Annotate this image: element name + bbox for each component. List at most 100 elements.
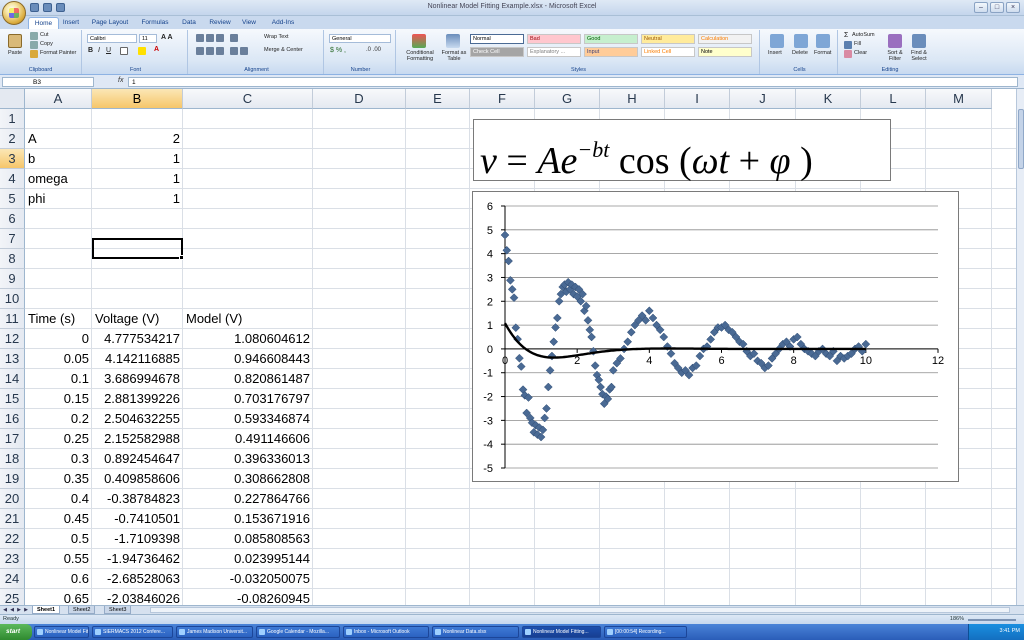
model-cell[interactable]: 0.023995144: [183, 549, 313, 569]
time-cell[interactable]: 0.25: [25, 429, 92, 449]
voltage-cell[interactable]: 2.881399226: [92, 389, 183, 409]
param-name-cell[interactable]: b: [25, 149, 92, 169]
fill-handle[interactable]: [179, 255, 184, 260]
time-cell[interactable]: 0.35: [25, 469, 92, 489]
format-cells-icon[interactable]: [816, 34, 830, 48]
insert-cells-button[interactable]: Insert: [768, 50, 782, 56]
time-cell[interactable]: 0.1: [25, 369, 92, 389]
time-cell[interactable]: 0.3: [25, 449, 92, 469]
row-header-22[interactable]: 22: [0, 529, 25, 549]
tab-data[interactable]: Data: [180, 17, 198, 29]
taskbar-item[interactable]: SIERMACS 2012 Confere...: [92, 626, 173, 638]
taskbar-item[interactable]: Inbox - Microsoft Outlook: [343, 626, 429, 638]
model-cell[interactable]: 0.227864766: [183, 489, 313, 509]
model-cell[interactable]: -0.032050075: [183, 569, 313, 589]
scatter-chart[interactable]: 6 5 4 3 2 1 0 -1 -2 -3 -4 -5 0 2 4 6 8 10 12: [472, 191, 959, 482]
binoculars-icon[interactable]: [912, 34, 926, 48]
office-button[interactable]: [2, 1, 26, 25]
data-point[interactable]: [509, 293, 519, 303]
row-header-11[interactable]: 11: [0, 309, 25, 329]
column-header-g[interactable]: G: [535, 89, 600, 109]
wrap-text-button[interactable]: Wrap Text: [264, 34, 289, 40]
style-linked-cell[interactable]: Linked Cell: [641, 47, 695, 57]
border-icon[interactable]: [120, 47, 128, 55]
conditional-formatting-icon[interactable]: [412, 34, 426, 48]
row-header-17[interactable]: 17: [0, 429, 25, 449]
data-point[interactable]: [644, 306, 654, 316]
last-sheet-button[interactable]: ▶: [23, 607, 29, 613]
sheet-tab-sheet1[interactable]: Sheet1: [32, 606, 61, 614]
voltage-cell[interactable]: 4.142116885: [92, 349, 183, 369]
selected-cell-b3[interactable]: [92, 238, 183, 259]
data-point[interactable]: [500, 230, 510, 240]
column-header-a[interactable]: A: [25, 89, 92, 109]
taskbar-item[interactable]: Nonlinear Model Fitting...: [522, 626, 601, 638]
increase-indent-icon[interactable]: [240, 47, 248, 55]
delete-cells-button[interactable]: Delete: [792, 50, 808, 56]
time-cell[interactable]: 0.5: [25, 529, 92, 549]
row-header-8[interactable]: 8: [0, 249, 25, 269]
header-model-cell[interactable]: Model (V): [183, 309, 313, 329]
data-point[interactable]: [666, 349, 676, 359]
name-box[interactable]: B3: [2, 77, 94, 87]
clear-button[interactable]: Clear: [854, 50, 867, 56]
zoom-slider[interactable]: [968, 619, 1016, 621]
data-point[interactable]: [515, 353, 524, 363]
row-header-23[interactable]: 23: [0, 549, 25, 569]
column-header-f[interactable]: F: [470, 89, 535, 109]
data-point[interactable]: [551, 323, 560, 332]
paste-button[interactable]: Paste: [8, 50, 22, 56]
equation-textbox[interactable]: v = Ae−bt cos (ωt + φ ): [473, 119, 891, 182]
param-value-cell[interactable]: 1: [92, 189, 183, 209]
row-header-24[interactable]: 24: [0, 569, 25, 589]
row-header-16[interactable]: 16: [0, 409, 25, 429]
format-painter-button[interactable]: Format Painter: [40, 50, 76, 56]
format-cells-button[interactable]: Format: [814, 50, 831, 56]
sheet-tab-sheet2[interactable]: Sheet2: [68, 606, 96, 614]
row-header-6[interactable]: 6: [0, 209, 25, 229]
row-header-18[interactable]: 18: [0, 449, 25, 469]
vertical-scrollbar[interactable]: [1016, 89, 1024, 605]
data-point[interactable]: [590, 361, 600, 370]
voltage-cell[interactable]: 3.686994678: [92, 369, 183, 389]
row-header-14[interactable]: 14: [0, 369, 25, 389]
time-cell[interactable]: 0.4: [25, 489, 92, 509]
voltage-cell[interactable]: 2.152582988: [92, 429, 183, 449]
model-cell[interactable]: -0.08260945: [183, 589, 313, 605]
sort-filter-icon[interactable]: [888, 34, 902, 48]
align-bottom-icon[interactable]: [216, 34, 224, 42]
model-cell[interactable]: 0.491146606: [183, 429, 313, 449]
data-point[interactable]: [861, 339, 871, 349]
model-cell[interactable]: 0.153671916: [183, 509, 313, 529]
data-point[interactable]: [542, 404, 551, 413]
row-header-7[interactable]: 7: [0, 229, 25, 249]
data-point[interactable]: [549, 337, 559, 347]
row-header-4[interactable]: 4: [0, 169, 25, 189]
model-cell[interactable]: 0.308662808: [183, 469, 313, 489]
style-check-cell[interactable]: Check Cell: [470, 47, 524, 57]
align-top-icon[interactable]: [196, 34, 204, 42]
data-point[interactable]: [623, 337, 633, 347]
time-cell[interactable]: 0.15: [25, 389, 92, 409]
time-cell[interactable]: 0.6: [25, 569, 92, 589]
paste-icon[interactable]: [8, 34, 22, 48]
row-header-13[interactable]: 13: [0, 349, 25, 369]
voltage-cell[interactable]: -0.38784823: [92, 489, 183, 509]
conditional-formatting-button[interactable]: Conditional Formatting: [400, 50, 440, 62]
param-value-cell[interactable]: 2: [92, 129, 183, 149]
align-right-icon[interactable]: [216, 47, 224, 55]
tab-view[interactable]: View: [240, 17, 258, 29]
bold-icon[interactable]: B: [88, 47, 93, 54]
row-header-1[interactable]: 1: [0, 109, 25, 129]
row-header-9[interactable]: 9: [0, 269, 25, 289]
data-point[interactable]: [552, 313, 562, 323]
param-value-cell[interactable]: 1: [92, 149, 183, 169]
data-point[interactable]: [608, 365, 618, 375]
align-middle-icon[interactable]: [206, 34, 214, 42]
grow-font-icon[interactable]: A A: [161, 34, 173, 41]
header-voltage-cell[interactable]: Voltage (V): [92, 309, 183, 329]
tab-formulas[interactable]: Formulas: [140, 17, 170, 29]
column-header-e[interactable]: E: [406, 89, 470, 109]
vertical-scroll-thumb[interactable]: [1018, 109, 1024, 169]
close-button[interactable]: ×: [1006, 2, 1020, 13]
